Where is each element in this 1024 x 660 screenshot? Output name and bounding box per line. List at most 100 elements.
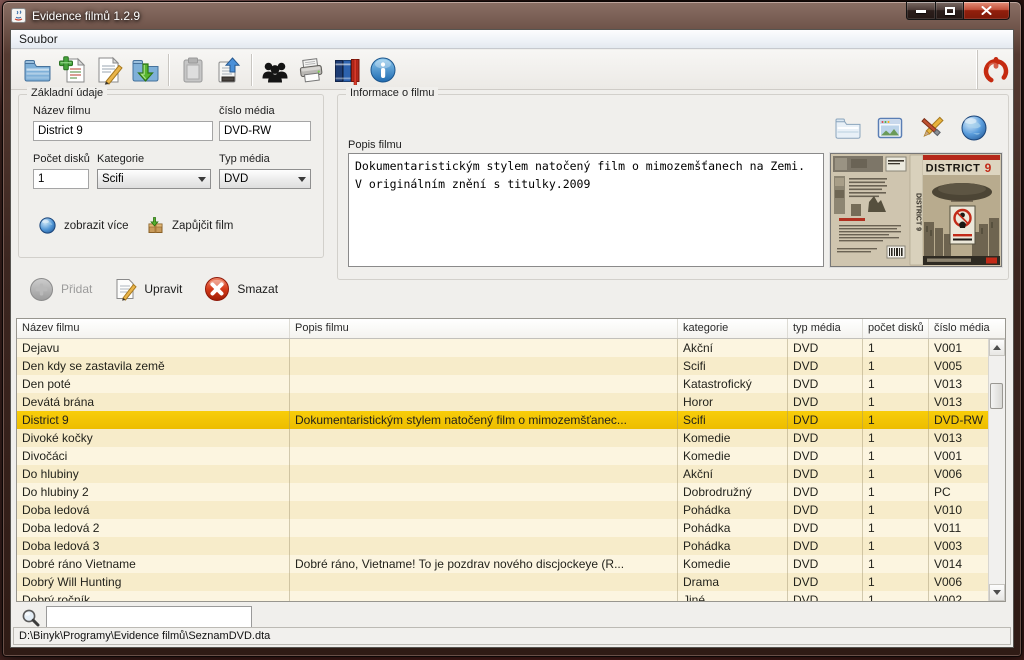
column-header-cislo[interactable]: číslo média [929, 319, 990, 338]
desktop: { "window": { "title": "Evidence filmů 1… [0, 0, 1024, 660]
minimize-button[interactable] [906, 1, 936, 20]
table-cell: 1 [863, 555, 929, 573]
table-row[interactable]: Do hlubiny 2DobrodružnýDVD1PC [17, 483, 990, 501]
export-button[interactable] [210, 52, 246, 88]
disc-count-input[interactable] [33, 169, 89, 189]
table-cell: Doba ledová 2 [17, 519, 290, 537]
table-row[interactable]: Dobré ráno VietnameDobré ráno, Vietname!… [17, 555, 990, 573]
print-button[interactable] [293, 52, 329, 88]
close-button[interactable] [964, 1, 1010, 20]
table-cell: 1 [863, 375, 929, 393]
add-button[interactable]: Přidat [29, 277, 92, 302]
exit-button[interactable] [981, 55, 1011, 85]
scroll-up-button[interactable] [989, 339, 1005, 356]
column-header-nazev[interactable]: Název filmu [17, 319, 290, 338]
media-type-select[interactable]: DVD [219, 169, 311, 189]
table-cell: Jiné [678, 591, 788, 601]
table-cell [290, 429, 678, 447]
cover-tools-button[interactable] [914, 113, 950, 143]
open-folder-icon [22, 55, 52, 85]
table-row[interactable]: Den potéKatastrofickýDVD1V013 [17, 375, 990, 393]
table-row[interactable]: Doba ledováPohádkaDVD1V010 [17, 501, 990, 519]
java-app-icon [11, 8, 26, 23]
film-description-textarea[interactable]: Dokumentaristickým stylem natočený film … [348, 153, 824, 267]
table-cell: DVD [788, 537, 863, 555]
table-cell: DVD [788, 591, 863, 601]
titlebar: Evidence filmů 1.2.9 [3, 2, 1021, 29]
column-header-popis[interactable]: Popis filmu [290, 319, 678, 338]
table-cell: V013 [929, 429, 990, 447]
cover-folder-button[interactable] [830, 113, 866, 143]
delete-button[interactable]: Smazat [204, 276, 278, 302]
books-button[interactable] [329, 52, 365, 88]
table-cell: DVD [788, 447, 863, 465]
table-row[interactable]: Dobrý Will HuntingDramaDVD1V006 [17, 573, 990, 591]
table-row[interactable]: Divoké kočkyKomedieDVD1V013 [17, 429, 990, 447]
column-header-kategorie[interactable]: kategorie [678, 319, 788, 338]
cover-toolbar [830, 113, 992, 143]
search-input[interactable] [46, 606, 252, 628]
table-row[interactable]: Doba ledová 2PohádkaDVD1V011 [17, 519, 990, 537]
table-cell: V005 [929, 357, 990, 375]
media-number-input[interactable] [219, 121, 311, 141]
paste-button[interactable] [174, 52, 210, 88]
dvd-cover: DISTRICT 9 DISTRICT 9 [830, 153, 1002, 267]
scrollbar-thumb[interactable] [990, 383, 1003, 409]
actions-row: Přidat Upravit [29, 273, 278, 305]
edit-row-button[interactable]: Upravit [114, 277, 182, 301]
table-row[interactable]: Dobrý ročníkJinéDVD1V002 [17, 591, 990, 601]
cover-image-button[interactable] [872, 113, 908, 143]
table-row[interactable]: Den kdy se zastavila zeměScifiDVD1V005 [17, 357, 990, 375]
table-cell [290, 591, 678, 601]
table-cell: Scifi [678, 411, 788, 429]
table-cell: 1 [863, 519, 929, 537]
cover-web-button[interactable] [956, 113, 992, 143]
table-row[interactable]: Doba ledová 3PohádkaDVD1V003 [17, 537, 990, 555]
dvd-spine-title: DISTRICT 9 [915, 193, 922, 231]
table-cell: Doba ledová 3 [17, 537, 290, 555]
app-window: Evidence filmů 1.2.9 Soubor [2, 1, 1022, 657]
table-row[interactable]: Devátá bránaHororDVD1V013 [17, 393, 990, 411]
package-icon [147, 217, 164, 234]
chevron-down-icon [298, 177, 306, 182]
table-cell: Devátá brána [17, 393, 290, 411]
show-more-button[interactable]: zobrazit více [39, 217, 129, 234]
media-type-value: DVD [224, 173, 248, 185]
film-title-input[interactable] [33, 121, 213, 141]
tools-icon [917, 115, 947, 141]
table-row[interactable]: Do hlubinyAkčníDVD1V006 [17, 465, 990, 483]
import-button[interactable] [127, 52, 163, 88]
table-row[interactable]: DejavuAkčníDVD1V001 [17, 339, 990, 357]
edit-button[interactable] [91, 52, 127, 88]
table-scrollbar[interactable] [988, 339, 1005, 601]
scroll-down-button[interactable] [989, 584, 1005, 601]
category-select[interactable]: Scifi [97, 169, 211, 189]
info-button[interactable] [365, 52, 401, 88]
table-cell: Dobrodružný [678, 483, 788, 501]
users-button[interactable] [257, 52, 293, 88]
info-icon [368, 55, 398, 85]
table-cell: 1 [863, 447, 929, 465]
table-cell: Dokumentaristickým stylem natočený film … [290, 411, 678, 429]
menubar: Soubor [11, 30, 1013, 49]
maximize-button[interactable] [936, 1, 964, 20]
lend-film-button[interactable]: Zapůjčit film [147, 217, 233, 234]
table-row[interactable]: DivočáciKomedieDVD1V001 [17, 447, 990, 465]
table-cell: 1 [863, 429, 929, 447]
table-cell [290, 465, 678, 483]
table-cell [290, 573, 678, 591]
menu-soubor[interactable]: Soubor [11, 31, 66, 47]
database-path: D:\Binyk\Programy\Evidence filmů\SeznamD… [19, 630, 270, 642]
dvd-front-number: 9 [985, 161, 992, 175]
import-folder-icon [130, 55, 160, 85]
column-header-typ[interactable]: typ média [788, 319, 863, 338]
film-info-group-title: Informace o filmu [346, 87, 438, 99]
column-header-pocet[interactable]: počet disků [863, 319, 929, 338]
table-cell: Doba ledová [17, 501, 290, 519]
open-folder-button[interactable] [19, 52, 55, 88]
search-icon [21, 608, 40, 627]
new-file-button[interactable] [55, 52, 91, 88]
table-cell: Komedie [678, 555, 788, 573]
table-row[interactable]: District 9Dokumentaristickým stylem nato… [17, 411, 990, 429]
show-more-label: zobrazit více [64, 220, 129, 232]
